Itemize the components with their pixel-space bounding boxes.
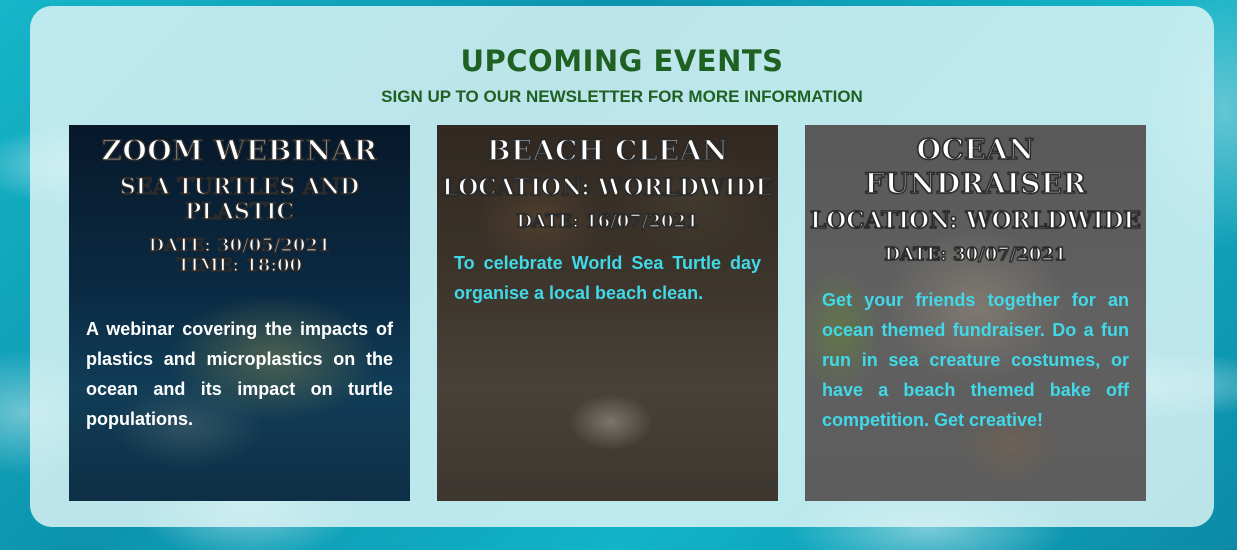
- events-panel: UPCOMING EVENTS SIGN UP TO OUR NEWSLETTE…: [30, 6, 1214, 527]
- event-location: LOCATION: WORLDWIDE: [441, 173, 773, 202]
- event-title: OCEAN FUNDRAISER: [864, 132, 1087, 200]
- event-title: ZOOM WEBINAR: [101, 134, 378, 168]
- event-card-beach-clean: BEACH CLEAN LOCATION: WORLDWIDE DATE: 16…: [437, 125, 778, 501]
- event-card-zoom-webinar: ZOOM WEBINAR SEA TURTLES AND PLASTIC DAT…: [69, 125, 410, 501]
- event-date: DATE: 30/05/2021: [148, 234, 331, 256]
- event-time: TIME: 18:00: [176, 255, 303, 277]
- event-subtitle: SEA TURTLES AND PLASTIC: [119, 174, 360, 226]
- event-description: Get your friends together for an ocean t…: [822, 290, 1129, 431]
- event-title: BEACH CLEAN: [486, 134, 729, 168]
- event-description: A webinar covering the impacts of plasti…: [86, 319, 393, 430]
- event-date: DATE: 30/07/2021: [884, 243, 1067, 265]
- event-date: DATE: 16/07/2021: [516, 210, 699, 232]
- event-location: LOCATION: WORLDWIDE: [809, 206, 1141, 235]
- section-subtitle: SIGN UP TO OUR NEWSLETTER FOR MORE INFOR…: [381, 87, 863, 106]
- section-title: UPCOMING EVENTS: [460, 44, 784, 78]
- event-card-ocean-fundraiser: OCEAN FUNDRAISER LOCATION: WORLDWIDE DAT…: [805, 125, 1146, 501]
- event-description: To celebrate World Sea Turtle day organi…: [454, 253, 761, 304]
